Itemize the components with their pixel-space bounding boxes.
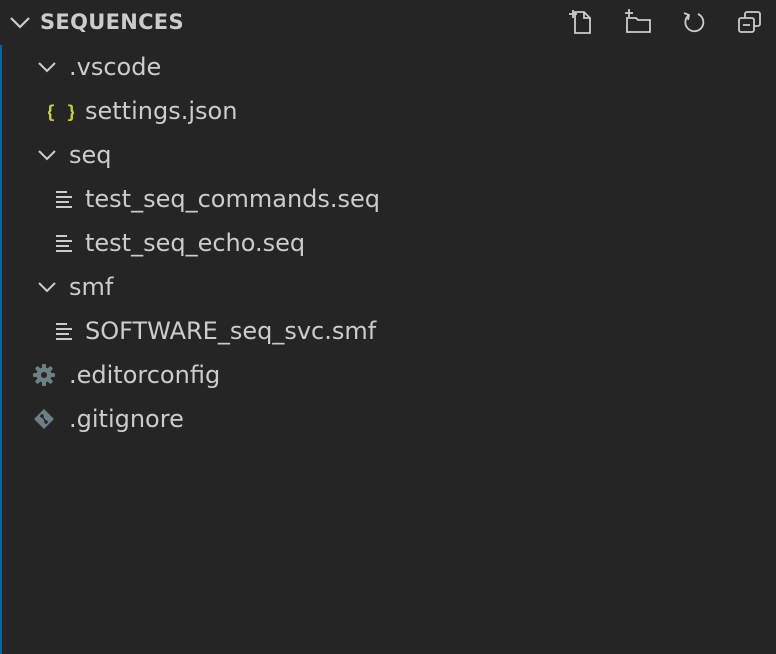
explorer-panel: SEQUENCES .vscode settings.json seq test… — [0, 0, 776, 654]
tree-file-editorconfig[interactable]: .editorconfig — [2, 353, 776, 397]
new-file-icon — [569, 10, 591, 34]
tree-item-label: SOFTWARE_seq_svc.smf — [85, 317, 377, 345]
chevron-down-icon — [34, 274, 60, 300]
tree-file-test-seq-commands[interactable]: test_seq_commands.seq — [2, 177, 776, 221]
refresh-button[interactable] — [678, 6, 710, 38]
collapse-all-button[interactable] — [734, 6, 766, 38]
git-diamond-icon — [31, 406, 57, 432]
new-folder-icon — [625, 9, 651, 33]
tree-item-label: test_seq_commands.seq — [85, 185, 381, 213]
section-title: SEQUENCES — [40, 10, 184, 34]
new-file-button[interactable] — [566, 6, 598, 38]
tree-folder-smf[interactable]: smf — [2, 265, 776, 309]
tree-folder-vscode[interactable]: .vscode — [2, 45, 776, 89]
collapse-all-icon — [738, 11, 761, 33]
tree-item-label: seq — [69, 141, 112, 169]
tree-folder-seq[interactable]: seq — [2, 133, 776, 177]
tree-item-label: .vscode — [69, 53, 162, 81]
gear-icon — [31, 362, 57, 388]
tree-item-label: .editorconfig — [69, 361, 221, 389]
tree-file-test-seq-echo[interactable]: test_seq_echo.seq — [2, 221, 776, 265]
chevron-down-icon[interactable] — [6, 8, 34, 36]
tree-item-label: .gitignore — [69, 405, 184, 433]
text-lines-icon — [52, 318, 78, 344]
refresh-icon — [683, 12, 705, 33]
tree-item-label: test_seq_echo.seq — [85, 229, 306, 257]
svg-text:{ }: { } — [48, 102, 74, 123]
tree-item-label: settings.json — [85, 97, 238, 125]
tree-item-label: smf — [69, 273, 114, 301]
text-lines-icon — [52, 186, 78, 212]
json-braces-icon: { } — [48, 98, 74, 124]
tree-file-settings-json[interactable]: { } settings.json — [2, 89, 776, 133]
chevron-down-icon — [34, 54, 60, 80]
new-folder-button[interactable] — [622, 6, 654, 38]
tree-file-software-seq-svc[interactable]: SOFTWARE_seq_svc.smf — [2, 309, 776, 353]
chevron-down-icon — [34, 142, 60, 168]
tree-file-gitignore[interactable]: .gitignore — [2, 397, 776, 441]
section-header[interactable]: SEQUENCES — [0, 0, 776, 44]
file-tree: .vscode { } settings.json seq — [0, 45, 776, 654]
text-lines-icon — [52, 230, 78, 256]
